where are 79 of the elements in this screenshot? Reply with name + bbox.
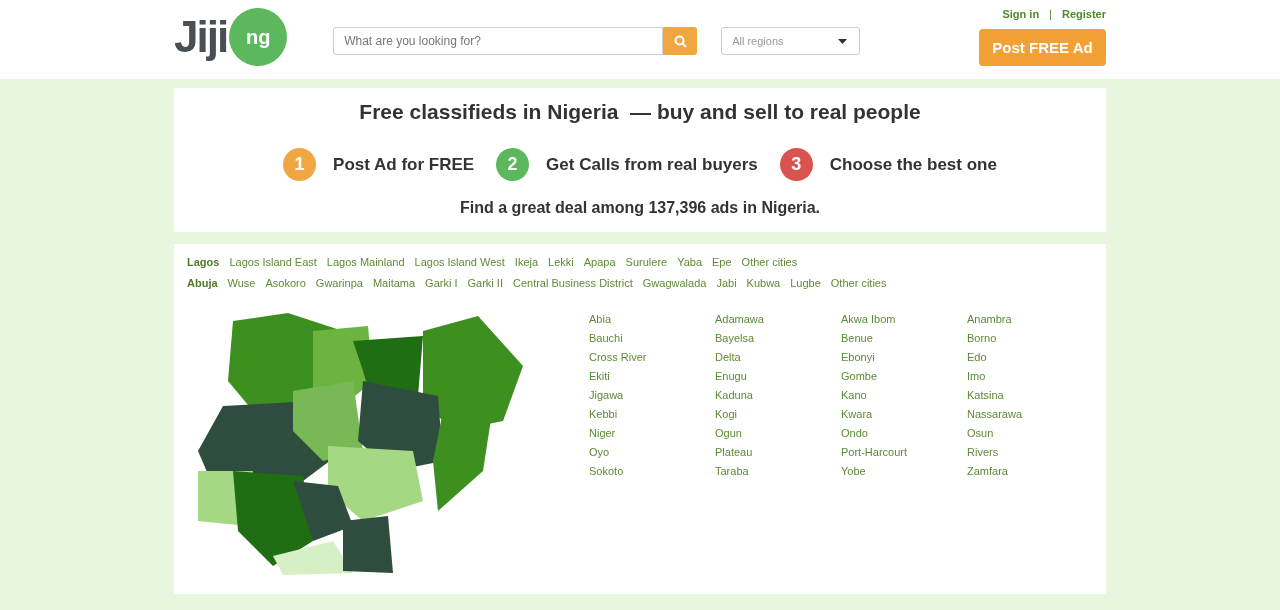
search-field[interactable]: What are you looking for? bbox=[333, 27, 664, 55]
region-select[interactable]: All regions bbox=[721, 27, 861, 55]
area-link[interactable]: Yaba bbox=[677, 256, 703, 268]
area-link[interactable]: Lagos Mainland bbox=[326, 256, 405, 268]
auth-link[interactable]: Register bbox=[1061, 8, 1106, 20]
area-link[interactable]: Apapa bbox=[583, 256, 616, 268]
area-link[interactable]: Lagos Island East bbox=[229, 256, 317, 268]
state-link[interactable]: Gombe bbox=[841, 370, 967, 383]
area-link[interactable]: Surulere bbox=[625, 256, 668, 268]
link-separator: | bbox=[1049, 8, 1052, 20]
state-link[interactable]: Kebbi bbox=[589, 408, 715, 421]
state-link[interactable]: Adamawa bbox=[715, 313, 841, 326]
area-link[interactable]: Ikeja bbox=[514, 256, 539, 268]
area-link[interactable]: Kubwa bbox=[746, 277, 781, 289]
area-link[interactable]: Gwagwalada bbox=[642, 277, 707, 289]
area-link[interactable]: Lekki bbox=[548, 256, 574, 268]
state-link[interactable]: Kaduna bbox=[715, 389, 841, 402]
search-button[interactable] bbox=[663, 27, 698, 55]
state-link[interactable]: Abia bbox=[589, 313, 715, 326]
region-select-value: All regions bbox=[732, 35, 784, 47]
state-link[interactable]: Ogun bbox=[715, 427, 841, 440]
state-link[interactable]: Osun bbox=[967, 427, 1093, 440]
state-link[interactable]: Cross River bbox=[589, 351, 715, 364]
area-link[interactable]: Lugbe bbox=[790, 277, 821, 289]
ads-summary: Find a great deal among 137,396 ads in Nigeria. bbox=[459, 199, 821, 217]
area-link[interactable]: Garki I bbox=[425, 277, 458, 289]
state-link[interactable]: Delta bbox=[715, 351, 841, 364]
step-number: 3 bbox=[779, 148, 813, 181]
area-link[interactable]: Central Business District bbox=[512, 277, 633, 289]
state-link[interactable]: Katsina bbox=[967, 389, 1093, 402]
area-link[interactable]: Lagos Island West bbox=[414, 256, 505, 268]
logo-wordmark[interactable]: Jiji bbox=[174, 12, 228, 62]
state-link[interactable]: Bayelsa bbox=[715, 332, 841, 345]
area-link[interactable]: Other cities bbox=[741, 256, 798, 268]
area-link[interactable]: Gwarinpa bbox=[315, 277, 363, 289]
state-link[interactable]: Plateau bbox=[715, 446, 841, 459]
auth-link[interactable]: Sign in bbox=[1002, 8, 1040, 20]
step-label: Post Ad for FREE bbox=[333, 154, 475, 175]
state-link[interactable]: Jigawa bbox=[589, 389, 715, 402]
hero-title: Free classifieds in Nigeria — buy and sell to real people bbox=[359, 100, 921, 124]
state-link[interactable]: Kogi bbox=[715, 408, 841, 421]
state-link[interactable]: Imo bbox=[967, 370, 1093, 383]
state-link[interactable]: Ekiti bbox=[589, 370, 715, 383]
state-link[interactable]: Niger bbox=[589, 427, 715, 440]
state-link[interactable]: Kwara bbox=[841, 408, 967, 421]
state-link[interactable]: Akwa Ibom bbox=[841, 313, 967, 326]
area-link[interactable]: Asokoro bbox=[265, 277, 306, 289]
state-link[interactable]: Ebonyi bbox=[841, 351, 967, 364]
state-link[interactable]: Borno bbox=[967, 332, 1093, 345]
state-link[interactable]: Oyo bbox=[589, 446, 715, 459]
city-link[interactable]: Lagos bbox=[187, 256, 220, 268]
state-link[interactable]: Sokoto bbox=[589, 465, 715, 478]
state-link[interactable]: Enugu bbox=[715, 370, 841, 383]
state-link[interactable]: Ondo bbox=[841, 427, 967, 440]
state-link[interactable]: Benue bbox=[841, 332, 967, 345]
state-link[interactable]: Zamfara bbox=[967, 465, 1093, 478]
area-link[interactable]: Wuse bbox=[227, 277, 256, 289]
step-label: Get Calls from real buyers bbox=[546, 154, 758, 175]
step-number: 1 bbox=[283, 148, 317, 181]
city-link[interactable]: Abuja bbox=[187, 277, 218, 289]
area-link[interactable]: Epe bbox=[712, 256, 732, 268]
state-link[interactable]: Kano bbox=[841, 389, 967, 402]
state-link[interactable]: Bauchi bbox=[589, 332, 715, 345]
area-link[interactable]: Jabi bbox=[716, 277, 737, 289]
logo-badge[interactable]: ng bbox=[229, 8, 288, 66]
state-link[interactable]: Taraba bbox=[715, 465, 841, 478]
state-link[interactable]: Edo bbox=[967, 351, 1093, 364]
area-link[interactable]: Maitama bbox=[372, 277, 416, 289]
step-number: 2 bbox=[496, 148, 530, 181]
step-label: Choose the best one bbox=[829, 154, 997, 175]
state-link[interactable]: Port-Harcourt bbox=[841, 446, 967, 459]
search-icon bbox=[673, 34, 687, 48]
state-link[interactable]: Yobe bbox=[841, 465, 967, 478]
state-link[interactable]: Rivers bbox=[967, 446, 1093, 459]
state-link[interactable]: Anambra bbox=[967, 313, 1093, 326]
state-link[interactable]: Nassarawa bbox=[967, 408, 1093, 421]
area-link[interactable]: Other cities bbox=[830, 277, 887, 289]
area-link[interactable]: Garki II bbox=[467, 277, 503, 289]
caret-icon bbox=[838, 38, 848, 44]
